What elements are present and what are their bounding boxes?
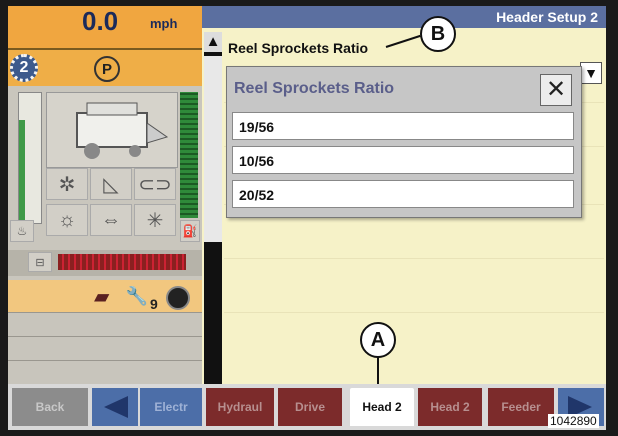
combine-icon bbox=[76, 102, 169, 159]
callout-a: A bbox=[360, 322, 396, 358]
row-divider bbox=[224, 312, 604, 313]
tab-electr[interactable]: Electr bbox=[140, 388, 202, 426]
ratio-option[interactable]: 20/52 bbox=[232, 180, 574, 208]
dropdown-arrow-icon[interactable]: ▼ bbox=[580, 62, 602, 84]
callout-b: B bbox=[420, 16, 456, 52]
gear-indicator: 2 bbox=[10, 54, 38, 82]
fuel-icon: ⛽ bbox=[180, 220, 200, 242]
close-button[interactable]: ✕ bbox=[540, 74, 572, 106]
spreader-icon[interactable]: ✲ bbox=[46, 168, 88, 200]
scroll-up-button[interactable]: ▲ bbox=[204, 32, 222, 52]
left-arrow-icon bbox=[104, 396, 128, 418]
right-level-bar bbox=[180, 92, 198, 218]
tab-feeder[interactable]: Feeder bbox=[488, 388, 554, 426]
ratio-option[interactable]: 10/56 bbox=[232, 146, 574, 174]
back-button[interactable]: Back bbox=[12, 388, 88, 426]
grain-tank-level-bar bbox=[58, 254, 186, 270]
lateral-tilt-icon[interactable]: ⇔ bbox=[90, 204, 132, 236]
wrench-icon[interactable]: 🔧 bbox=[124, 284, 150, 308]
callout-a-leader bbox=[377, 356, 379, 384]
figure-code: 1042890 bbox=[548, 414, 599, 428]
combine-diagram bbox=[46, 92, 178, 168]
left-level-fill bbox=[19, 120, 25, 220]
screen-title: Header Setup 2 bbox=[202, 6, 606, 28]
service-counter: 9 bbox=[150, 296, 158, 312]
scrollbar-thumb[interactable] bbox=[204, 56, 222, 242]
popup-title: Reel Sprockets Ratio bbox=[234, 80, 395, 97]
coolant-icon: ♨ bbox=[10, 220, 34, 242]
work-lights-icon[interactable]: ☼ bbox=[46, 204, 88, 236]
belt-icon[interactable]: ⊂⊃ bbox=[134, 168, 176, 200]
speed-value: 0.0 bbox=[82, 6, 119, 36]
tab-head2[interactable]: Head 2 bbox=[418, 388, 482, 426]
speed-unit: mph bbox=[150, 16, 178, 31]
nav-prev-button[interactable] bbox=[92, 388, 138, 426]
field-label: Reel Sprockets Ratio bbox=[228, 40, 369, 56]
ratio-option[interactable]: 19/56 bbox=[232, 112, 574, 140]
tab-hydraul[interactable]: Hydraul bbox=[206, 388, 274, 426]
beacon-icon[interactable]: ✳ bbox=[134, 204, 176, 236]
park-indicator: P bbox=[94, 56, 120, 82]
grain-tank-icon: ⊟ bbox=[28, 252, 52, 272]
manual-icon[interactable]: ▰ bbox=[94, 284, 109, 309]
dial-icon bbox=[166, 286, 190, 310]
tab-drive[interactable]: Drive bbox=[278, 388, 342, 426]
header-tilt-icon[interactable]: ◺ bbox=[90, 168, 132, 200]
shortcut-grid[interactable] bbox=[8, 312, 204, 384]
tab-head2-active[interactable]: Head 2 bbox=[350, 388, 414, 426]
row-divider bbox=[224, 258, 604, 259]
